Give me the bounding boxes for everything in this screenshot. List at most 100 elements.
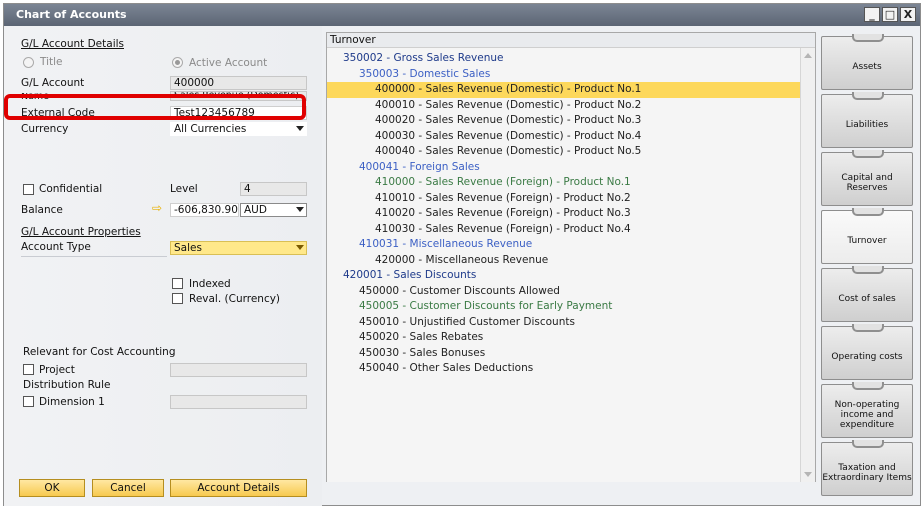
project-field bbox=[170, 363, 307, 377]
tree-row[interactable]: 400041 - Foreign Sales bbox=[327, 160, 801, 176]
tree-row[interactable]: 400020 - Sales Revenue (Domestic) - Prod… bbox=[327, 113, 801, 129]
active-account-radio[interactable] bbox=[172, 57, 183, 68]
tree-row[interactable]: 450020 - Sales Rebates bbox=[327, 330, 801, 346]
currency-label: Currency bbox=[21, 123, 69, 135]
tab-label: Non-operating income and expenditure bbox=[834, 400, 900, 430]
tree-row[interactable]: 400010 - Sales Revenue (Domestic) - Prod… bbox=[327, 98, 801, 114]
tree-row[interactable]: 400040 - Sales Revenue (Domestic) - Prod… bbox=[327, 144, 801, 160]
chevron-down-icon bbox=[296, 245, 304, 250]
tab-turnover[interactable]: Turnover bbox=[821, 208, 913, 264]
tab-label: Liabilities bbox=[845, 120, 889, 130]
tree-body: 350002 - Gross Sales Revenue 350003 - Dom… bbox=[327, 48, 801, 482]
reval-checkbox[interactable] bbox=[172, 293, 183, 304]
tree-row-label: 400010 - Sales Revenue (Domestic) - Prod… bbox=[375, 98, 642, 111]
tree-row[interactable]: 450010 - Unjustified Customer Discounts bbox=[327, 315, 801, 331]
dimension1-label: Dimension 1 bbox=[39, 396, 105, 408]
title-radio-label: Title bbox=[40, 56, 63, 68]
chevron-down-icon bbox=[296, 126, 304, 131]
binder-ring-icon bbox=[852, 266, 884, 274]
confidential-label: Confidential bbox=[39, 183, 103, 195]
distribution-rule-label: Distribution Rule bbox=[23, 379, 111, 391]
gl-account-field[interactable]: 400000 bbox=[170, 76, 307, 90]
account-details-button[interactable]: Account Details bbox=[170, 479, 307, 497]
level-label: Level bbox=[170, 183, 198, 195]
tree-row-label: 400030 - Sales Revenue (Domestic) - Prod… bbox=[375, 129, 642, 142]
tree-row-label: 410020 - Sales Revenue (Foreign) - Produ… bbox=[375, 207, 631, 219]
vertical-scrollbar[interactable] bbox=[800, 48, 815, 482]
tree-row[interactable]: 420001 - Sales Discounts bbox=[327, 268, 801, 284]
tree-row[interactable]: 420000 - Miscellaneous Revenue bbox=[327, 253, 801, 269]
scroll-up-icon[interactable] bbox=[804, 53, 812, 58]
divider bbox=[21, 256, 167, 257]
project-checkbox[interactable] bbox=[23, 364, 34, 375]
properties-heading: G/L Account Properties bbox=[21, 226, 141, 238]
reval-label: Reval. (Currency) bbox=[189, 293, 281, 305]
binder-ring-icon bbox=[852, 150, 884, 158]
account-type-label: Account Type bbox=[21, 241, 91, 253]
tree-row-label: 450000 - Customer Discounts Allowed bbox=[359, 284, 560, 297]
chevron-down-icon bbox=[296, 207, 304, 212]
tree-row-label: 450030 - Sales Bonuses bbox=[359, 346, 486, 359]
gl-details-heading: G/L Account Details bbox=[21, 38, 124, 50]
tree-row[interactable]: 450030 - Sales Bonuses bbox=[327, 346, 801, 362]
tree-row-label: 410031 - Miscellaneous Revenue bbox=[359, 238, 533, 250]
tree-row[interactable]: 350002 - Gross Sales Revenue bbox=[327, 51, 801, 67]
tree-row[interactable]: 410020 - Sales Revenue (Foreign) - Produ… bbox=[327, 206, 801, 222]
dimension1-checkbox[interactable] bbox=[23, 396, 34, 407]
tab-cost-of-sales[interactable]: Cost of sales bbox=[821, 266, 913, 322]
indexed-checkbox[interactable] bbox=[172, 278, 183, 289]
binder-ring-icon bbox=[852, 382, 884, 390]
tab-assets[interactable]: Assets bbox=[821, 34, 913, 90]
tree-row-label: 420000 - Miscellaneous Revenue bbox=[375, 253, 549, 266]
account-details-panel: G/L Account Details Title Active Account… bbox=[4, 26, 322, 506]
tab-label: Capital and Reserves bbox=[841, 173, 893, 193]
maximize-icon[interactable]: □ bbox=[882, 7, 898, 22]
title-radio[interactable] bbox=[23, 57, 34, 68]
tree-row[interactable]: 410030 - Sales Revenue (Foreign) - Produ… bbox=[327, 222, 801, 238]
scroll-down-icon[interactable] bbox=[804, 472, 812, 477]
tree-row[interactable]: 410000 - Sales Revenue (Foreign) - Produ… bbox=[327, 175, 801, 191]
balance-currency-dropdown[interactable]: AUD bbox=[240, 203, 307, 217]
tab-non-operating-income-and-expenditure[interactable]: Non-operating income and expenditure bbox=[821, 382, 913, 438]
link-arrow-icon[interactable]: ⇨ bbox=[152, 201, 162, 215]
tree-row[interactable]: 350003 - Domestic Sales bbox=[327, 67, 801, 83]
cancel-button[interactable]: Cancel bbox=[92, 479, 164, 497]
tree-row[interactable]: 400000 - Sales Revenue (Domestic) - Prod… bbox=[327, 82, 801, 98]
tab-taxation-and-extraordinary-items[interactable]: Taxation and Extraordinary Items bbox=[821, 440, 913, 496]
tree-row-label: 420001 - Sales Discounts bbox=[343, 269, 477, 281]
tree-row[interactable]: 410010 - Sales Revenue (Foreign) - Produ… bbox=[327, 191, 801, 207]
chart-of-accounts-window: Chart of Accounts _ □ X G/L Account Deta… bbox=[3, 3, 921, 506]
tree-row[interactable]: 450005 - Customer Discounts for Early Pa… bbox=[327, 299, 801, 315]
tree-row-label: 350002 - Gross Sales Revenue bbox=[343, 52, 504, 64]
tab-label: Turnover bbox=[847, 236, 887, 246]
balance-label: Balance bbox=[21, 204, 63, 216]
tab-operating-costs[interactable]: Operating costs bbox=[821, 324, 913, 380]
tab-label: Operating costs bbox=[831, 352, 903, 362]
close-icon[interactable]: X bbox=[900, 7, 916, 22]
tab-label: Cost of sales bbox=[838, 294, 896, 304]
minimize-icon[interactable]: _ bbox=[864, 7, 880, 22]
title-bar: Chart of Accounts _ □ X bbox=[4, 4, 920, 26]
cost-accounting-label: Relevant for Cost Accounting bbox=[23, 346, 176, 358]
account-type-dropdown[interactable]: Sales bbox=[170, 241, 307, 255]
currency-value: All Currencies bbox=[174, 123, 247, 135]
tree-row-label: 450020 - Sales Rebates bbox=[359, 331, 484, 343]
balance-currency-value: AUD bbox=[244, 204, 267, 216]
account-tree: Turnover 350002 - Gross Sales Revenue 350… bbox=[326, 32, 816, 482]
tree-row[interactable]: 450040 - Other Sales Deductions bbox=[327, 361, 801, 377]
currency-dropdown[interactable]: All Currencies bbox=[170, 122, 307, 136]
tree-row[interactable]: 410031 - Miscellaneous Revenue bbox=[327, 237, 801, 253]
tree-row-label: 410010 - Sales Revenue (Foreign) - Produ… bbox=[375, 191, 631, 204]
category-tabs: Assets Liabilities Capital and Reserves Tur… bbox=[821, 32, 917, 496]
tree-row[interactable]: 400030 - Sales Revenue (Domestic) - Prod… bbox=[327, 129, 801, 145]
account-type-value: Sales bbox=[174, 242, 202, 254]
active-account-label: Active Account bbox=[189, 57, 268, 69]
tree-row[interactable]: 450000 - Customer Discounts Allowed bbox=[327, 284, 801, 300]
tab-liabilities[interactable]: Liabilities bbox=[821, 92, 913, 148]
tree-row-label: 450040 - Other Sales Deductions bbox=[359, 362, 534, 374]
tab-capital-and-reserves[interactable]: Capital and Reserves bbox=[821, 150, 913, 206]
ok-button[interactable]: OK bbox=[19, 479, 85, 497]
confidential-checkbox[interactable] bbox=[23, 184, 34, 195]
tab-label: Assets bbox=[852, 62, 882, 72]
binder-ring-icon bbox=[852, 440, 884, 448]
